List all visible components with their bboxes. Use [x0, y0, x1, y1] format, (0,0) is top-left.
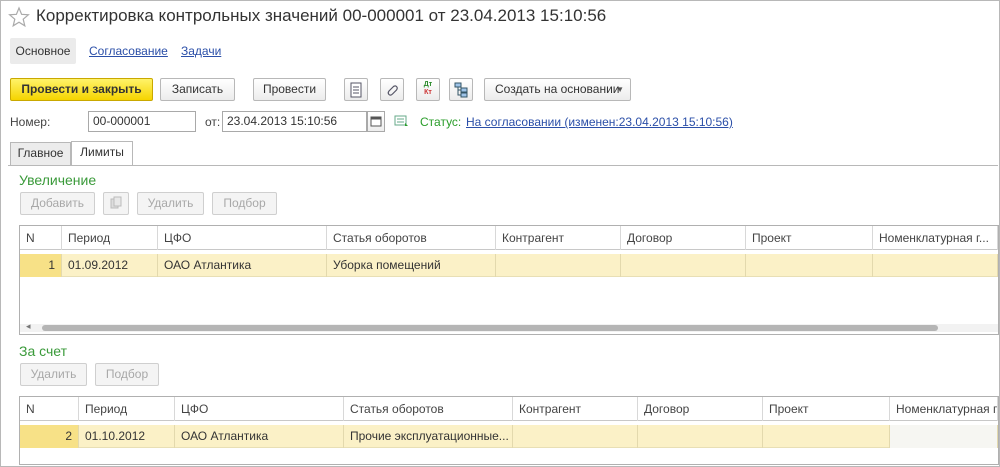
date-input[interactable]: 23.04.2013 15:10:56 [222, 111, 367, 132]
status-label: Статус: [420, 115, 462, 129]
table-row[interactable]: 1 01.09.2012 ОАО Атлантика Уборка помеще… [20, 254, 998, 277]
charge-table: N Период ЦФО Статья оборотов Контрагент … [19, 396, 999, 465]
increase-delete-button[interactable]: Удалить [137, 192, 204, 215]
number-input[interactable]: 00-000001 [88, 111, 196, 132]
increase-table: N Период ЦФО Статья оборотов Контрагент … [19, 225, 999, 335]
favorite-star-icon[interactable] [8, 6, 30, 28]
col-project[interactable]: Проект [763, 397, 890, 421]
status-history-icon[interactable] [394, 113, 410, 132]
col-nomenclature[interactable]: Номенклатурная г... [873, 226, 998, 250]
nav-tab-approval[interactable]: Согласование [89, 38, 168, 64]
increase-select-button[interactable]: Подбор [212, 192, 277, 215]
create-based-on-button[interactable]: Создать на основании ▼ [484, 78, 631, 101]
attach-icon[interactable] [380, 78, 404, 101]
col-cfo[interactable]: ЦФО [158, 226, 327, 250]
post-button[interactable]: Провести [253, 78, 326, 101]
increase-section-title: Увеличение [19, 172, 97, 188]
row-n: 2 [20, 425, 79, 448]
save-button[interactable]: Записать [160, 78, 235, 101]
nav-tab-main[interactable]: Основное [10, 38, 76, 64]
copy-icon[interactable] [103, 192, 129, 215]
col-n[interactable]: N [20, 226, 62, 250]
col-article[interactable]: Статья оборотов [327, 226, 496, 250]
status-link[interactable]: На согласовании (изменен:23.04.2013 15:1… [466, 115, 733, 129]
row-article: Уборка помещений [327, 254, 496, 277]
row-nomenclature [873, 254, 998, 277]
date-label: от: [205, 115, 221, 129]
row-contract [638, 425, 763, 448]
col-contract[interactable]: Договор [621, 226, 746, 250]
tab-main[interactable]: Главное [10, 142, 71, 165]
row-period: 01.10.2012 [79, 425, 175, 448]
calendar-icon[interactable] [367, 111, 385, 132]
charge-select-button[interactable]: Подбор [95, 363, 159, 386]
col-period[interactable]: Период [79, 397, 175, 421]
row-nomenclature [890, 425, 998, 448]
row-project [763, 425, 890, 448]
report-icon[interactable] [344, 78, 368, 101]
create-based-on-label: Создать на основании [495, 82, 620, 96]
dt-label: Дт [423, 81, 433, 88]
col-project[interactable]: Проект [746, 226, 873, 250]
tab-limits[interactable]: Лимиты [71, 141, 133, 165]
row-cfo: ОАО Атлантика [175, 425, 344, 448]
charge-table-header: N Период ЦФО Статья оборотов Контрагент … [20, 397, 998, 421]
table-row[interactable]: 2 01.10.2012 ОАО Атлантика Прочие эксплу… [20, 425, 998, 448]
number-label: Номер: [10, 115, 51, 129]
row-n: 1 [20, 254, 62, 277]
post-and-close-button[interactable]: Провести и закрыть [10, 78, 153, 101]
row-project [746, 254, 873, 277]
col-cfo[interactable]: ЦФО [175, 397, 344, 421]
col-nomenclature[interactable]: Номенклатурная г... [890, 397, 998, 421]
row-contractor [513, 425, 638, 448]
row-cfo: ОАО Атлантика [158, 254, 327, 277]
increase-add-button[interactable]: Добавить [20, 192, 95, 215]
col-contractor[interactable]: Контрагент [513, 397, 638, 421]
charge-section-title: За счет [19, 343, 68, 359]
row-article: Прочие эксплуатационные... [344, 425, 513, 448]
col-n[interactable]: N [20, 397, 79, 421]
row-contract [621, 254, 746, 277]
col-article[interactable]: Статья оборотов [344, 397, 513, 421]
col-period[interactable]: Период [62, 226, 158, 250]
structure-icon[interactable] [449, 78, 473, 101]
col-contractor[interactable]: Контрагент [496, 226, 621, 250]
scroll-left-icon[interactable]: ◂ [26, 321, 31, 332]
scrollbar-thumb[interactable] [42, 325, 938, 331]
col-contract[interactable]: Договор [638, 397, 763, 421]
increase-table-header: N Период ЦФО Статья оборотов Контрагент … [20, 226, 998, 250]
kt-label: Кт [424, 89, 432, 96]
page-title: Корректировка контрольных значений 00-00… [36, 6, 607, 25]
horizontal-scrollbar[interactable]: ◂ [20, 321, 998, 332]
chevron-down-icon: ▼ [616, 85, 624, 94]
nav-tab-tasks[interactable]: Задачи [181, 38, 221, 64]
row-period: 01.09.2012 [62, 254, 158, 277]
charge-delete-button[interactable]: Удалить [20, 363, 87, 386]
row-contractor [496, 254, 621, 277]
dt-kt-icon[interactable]: Дт Кт [416, 78, 440, 101]
